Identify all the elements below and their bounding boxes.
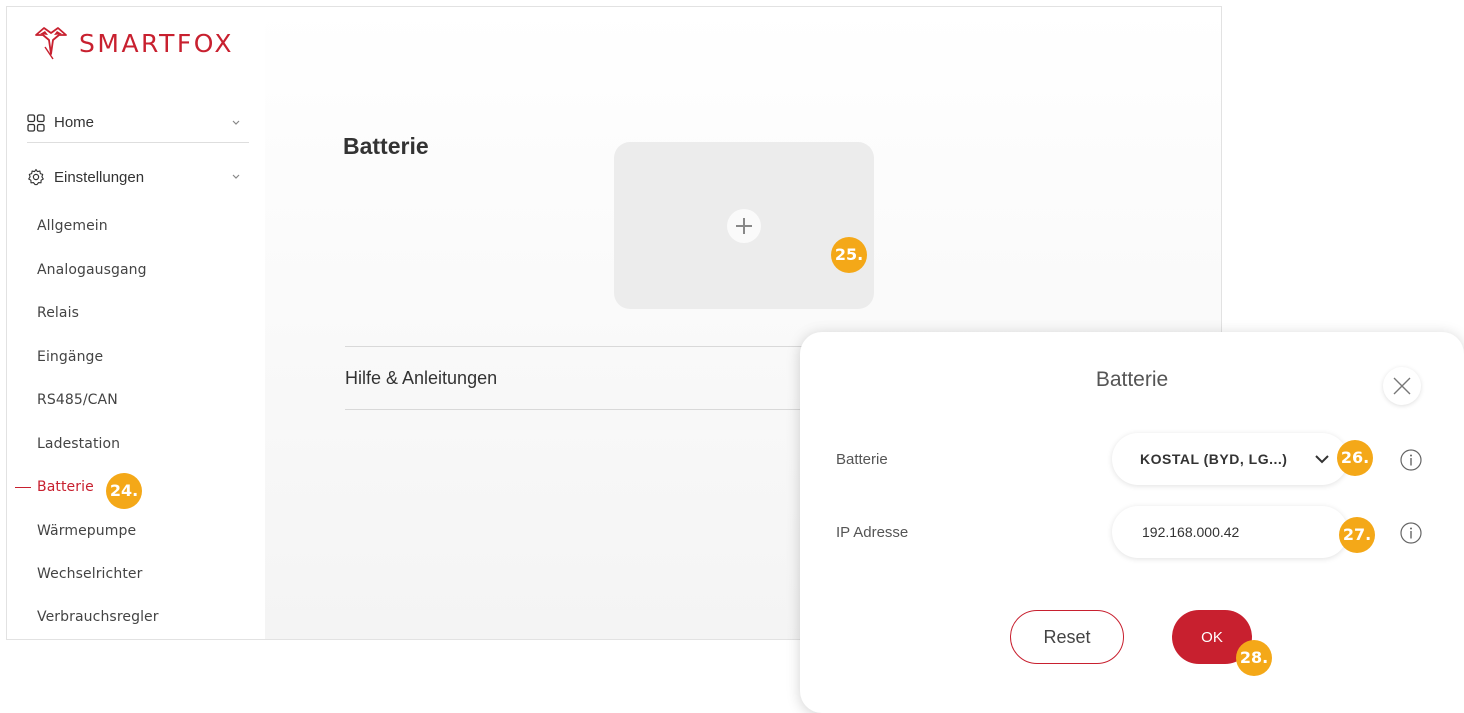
grid-icon xyxy=(27,113,45,132)
close-icon xyxy=(1393,377,1411,395)
info-icon[interactable] xyxy=(1400,449,1422,471)
sidebar-item-label: Einstellungen xyxy=(54,168,145,186)
step-marker: 25. xyxy=(831,237,867,273)
sidebar-item-rs485-can[interactable]: RS485/CAN xyxy=(37,392,118,408)
chevron-down-icon xyxy=(232,120,240,125)
sidebar-item-verbrauchsregler[interactable]: Verbrauchsregler xyxy=(37,609,159,625)
ip-label: IP Adresse xyxy=(836,524,909,541)
step-marker: 28. xyxy=(1236,640,1272,676)
brand-name: SMARTFOX xyxy=(79,28,234,58)
step-marker: 27. xyxy=(1339,517,1375,553)
step-marker: 26. xyxy=(1337,440,1373,476)
help-label: Hilfe & Anleitungen xyxy=(345,368,498,388)
fox-icon xyxy=(35,27,67,60)
sidebar: SMARTFOX Home Einstellungen Allgemein An… xyxy=(7,7,265,639)
chevron-down-icon xyxy=(232,174,240,179)
sidebar-item-batterie[interactable]: Batterie xyxy=(15,479,94,495)
ip-address-input[interactable]: 192.168.000.42 xyxy=(1112,506,1348,558)
sidebar-item-analogausgang[interactable]: Analogausgang xyxy=(37,262,147,278)
step-marker: 24. xyxy=(106,473,142,509)
reset-button[interactable]: Reset xyxy=(1010,610,1124,664)
sidebar-item-waermepumpe[interactable]: Wärmepumpe xyxy=(37,523,136,539)
sidebar-item-ladestation[interactable]: Ladestation xyxy=(37,436,120,452)
plus-icon xyxy=(727,209,761,243)
ip-address-value: 192.168.000.42 xyxy=(1142,524,1240,540)
page-title: Batterie xyxy=(343,133,429,159)
chevron-down-icon xyxy=(1315,455,1329,464)
sidebar-item-eingaenge[interactable]: Eingänge xyxy=(37,349,103,365)
info-icon[interactable] xyxy=(1400,522,1422,544)
battery-label: Batterie xyxy=(836,451,888,468)
sidebar-item-wechselrichter[interactable]: Wechselrichter xyxy=(37,566,142,582)
sidebar-item-einstellungen[interactable]: Einstellungen xyxy=(27,157,249,197)
sidebar-item-home[interactable]: Home xyxy=(27,103,249,143)
sidebar-item-label: Home xyxy=(54,114,95,131)
close-button[interactable] xyxy=(1383,367,1421,405)
sidebar-item-allgemein[interactable]: Allgemein xyxy=(37,218,108,234)
add-battery-card[interactable] xyxy=(614,142,874,309)
battery-select-value: KOSTAL (BYD, LG...) xyxy=(1140,451,1288,467)
sidebar-item-relais[interactable]: Relais xyxy=(37,305,79,321)
battery-select[interactable]: KOSTAL (BYD, LG...) xyxy=(1112,433,1348,485)
gear-icon xyxy=(28,168,44,186)
logo[interactable]: SMARTFOX xyxy=(31,23,234,63)
dialog-title: Batterie xyxy=(1095,368,1169,391)
